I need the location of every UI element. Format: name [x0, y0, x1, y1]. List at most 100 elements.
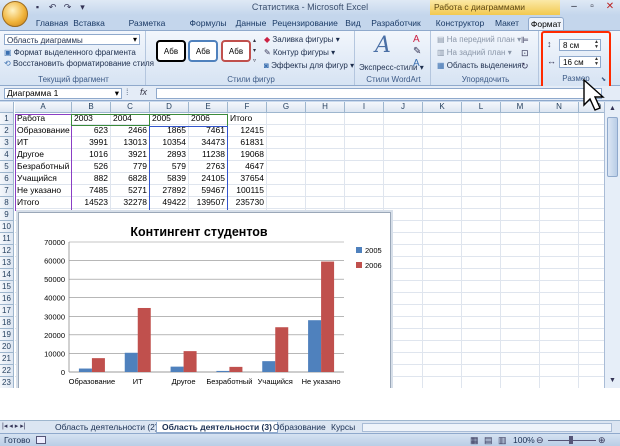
table-cell[interactable]: 779 [111, 161, 150, 173]
tab-data[interactable]: Данные [233, 17, 269, 31]
shape-style-black[interactable]: Абв [156, 40, 186, 62]
empty-cell[interactable] [423, 317, 462, 329]
shape-style-blue[interactable]: Абв [188, 40, 218, 62]
empty-cell[interactable] [540, 173, 579, 185]
empty-cell[interactable] [345, 137, 384, 149]
empty-cell[interactable] [540, 233, 579, 245]
scroll-down-icon[interactable]: ▼ [606, 375, 619, 387]
bring-front-button[interactable]: ▤ На передний план ▾ [437, 35, 521, 44]
empty-cell[interactable] [501, 245, 540, 257]
empty-cell[interactable] [423, 245, 462, 257]
empty-cell[interactable] [579, 221, 604, 233]
close-icon[interactable]: ✕ [602, 1, 618, 13]
empty-cell[interactable] [579, 173, 604, 185]
empty-cell[interactable] [462, 113, 501, 125]
formula-input[interactable] [156, 88, 602, 99]
shape-style-red[interactable]: Абв [221, 40, 251, 62]
shape-height-input[interactable]: 8 см ▲ ▼ [559, 39, 601, 51]
empty-cell[interactable] [501, 329, 540, 341]
empty-cell[interactable] [423, 329, 462, 341]
format-selection-button[interactable]: ▣ Формат выделенного фрагмента [4, 48, 136, 57]
zoom-in-icon[interactable]: ⊕ [598, 434, 606, 446]
empty-cell[interactable] [267, 173, 306, 185]
empty-cell[interactable] [540, 305, 579, 317]
empty-cell[interactable] [540, 257, 579, 269]
empty-cell[interactable] [579, 353, 604, 365]
table-cell[interactable]: 32278 [111, 197, 150, 209]
tab-developer[interactable]: Разработчик [370, 17, 422, 31]
empty-cell[interactable] [501, 257, 540, 269]
select-all-corner[interactable] [0, 102, 14, 113]
table-cell[interactable]: 37654 [228, 173, 267, 185]
tab-page-layout[interactable]: Разметка страницы [110, 17, 184, 41]
empty-cell[interactable] [345, 173, 384, 185]
empty-cell[interactable] [384, 173, 423, 185]
tab-formulas[interactable]: Формулы [188, 17, 228, 31]
empty-cell[interactable] [501, 149, 540, 161]
empty-cell[interactable] [462, 269, 501, 281]
empty-cell[interactable] [423, 233, 462, 245]
empty-cell[interactable] [462, 317, 501, 329]
text-outline-icon[interactable]: ✎ [413, 46, 421, 57]
sheet-tab-active[interactable]: Область деятельности (3) [156, 422, 278, 433]
empty-cell[interactable] [423, 125, 462, 137]
empty-cell[interactable] [423, 377, 462, 388]
empty-cell[interactable] [579, 269, 604, 281]
empty-cell[interactable] [345, 185, 384, 197]
row-header[interactable]: 22 [0, 365, 14, 377]
empty-cell[interactable] [423, 137, 462, 149]
chart-element-select[interactable]: Область диаграммы ▾ [4, 34, 140, 45]
column-header[interactable]: D [150, 102, 189, 113]
empty-cell[interactable] [540, 341, 579, 353]
empty-cell[interactable] [540, 293, 579, 305]
column-header[interactable]: A [15, 102, 72, 113]
row-header[interactable]: 10 [0, 221, 14, 233]
align-icon[interactable]: ⊫ [521, 35, 529, 46]
table-cell[interactable]: 623 [72, 125, 111, 137]
column-header[interactable]: C [111, 102, 150, 113]
empty-cell[interactable] [462, 125, 501, 137]
empty-cell[interactable] [384, 197, 423, 209]
restore-icon[interactable]: ▫ [584, 1, 600, 13]
empty-cell[interactable] [384, 125, 423, 137]
row-header[interactable]: 2 [0, 125, 14, 137]
empty-cell[interactable] [462, 221, 501, 233]
tab-format[interactable]: Формат [528, 17, 564, 31]
empty-cell[interactable] [423, 305, 462, 317]
table-cell[interactable]: 526 [72, 161, 111, 173]
empty-cell[interactable] [540, 353, 579, 365]
empty-cell[interactable] [579, 293, 604, 305]
empty-cell[interactable] [423, 221, 462, 233]
row-header[interactable]: 20 [0, 341, 14, 353]
empty-cell[interactable] [579, 233, 604, 245]
empty-cell[interactable] [462, 257, 501, 269]
empty-cell[interactable] [540, 245, 579, 257]
row-header[interactable]: 7 [0, 185, 14, 197]
empty-cell[interactable] [501, 221, 540, 233]
empty-cell[interactable] [501, 197, 540, 209]
empty-cell[interactable] [501, 353, 540, 365]
view-pagebreak-icon[interactable]: ▥ [498, 434, 507, 446]
group-icon[interactable]: ⊡ [521, 48, 529, 59]
tab-view[interactable]: Вид [342, 17, 364, 31]
column-header[interactable]: K [423, 102, 462, 113]
column-header[interactable]: M [501, 102, 540, 113]
empty-cell[interactable] [501, 173, 540, 185]
table-cell[interactable]: 61831 [228, 137, 267, 149]
row-header[interactable]: 17 [0, 305, 14, 317]
row-header[interactable]: 21 [0, 353, 14, 365]
row-header[interactable]: 11 [0, 233, 14, 245]
row-header[interactable]: 9 [0, 209, 14, 221]
view-normal-icon[interactable]: ▦ [470, 434, 479, 446]
empty-cell[interactable] [501, 269, 540, 281]
tab-home[interactable]: Главная [34, 17, 70, 31]
table-cell[interactable]: 1016 [72, 149, 111, 161]
empty-cell[interactable] [345, 197, 384, 209]
empty-cell[interactable] [501, 317, 540, 329]
empty-cell[interactable] [423, 341, 462, 353]
empty-cell[interactable] [384, 137, 423, 149]
empty-cell[interactable] [579, 317, 604, 329]
empty-cell[interactable] [267, 137, 306, 149]
scroll-thumb[interactable] [607, 117, 618, 177]
empty-cell[interactable] [579, 125, 604, 137]
